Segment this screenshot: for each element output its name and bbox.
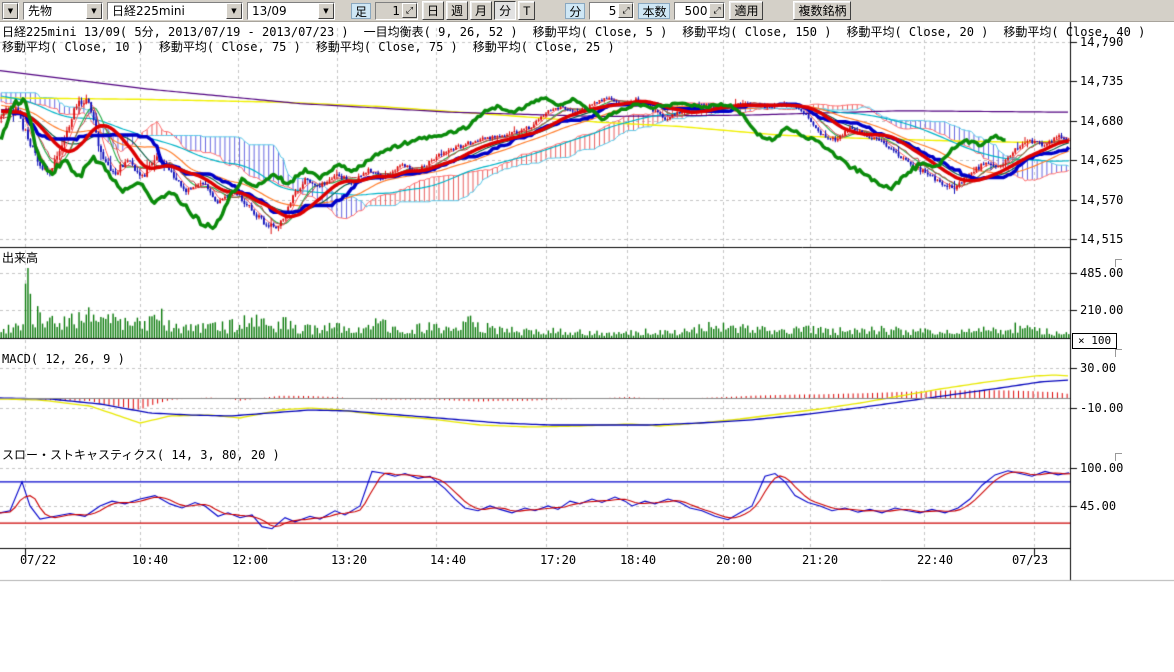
toolbar: ▼ 先物 ▼ 日経225mini ▼ 13/09 ▼ 足 1 ⤢ 日週月分T 分…: [0, 0, 1174, 22]
bar-count-input[interactable]: 500 ⤢: [674, 2, 725, 20]
chevron-down-icon[interactable]: ▼: [226, 3, 242, 19]
minutes-label: 分: [565, 3, 585, 19]
chevron-down-icon[interactable]: ▼: [86, 3, 102, 19]
minutes-input[interactable]: 5 ⤢: [589, 2, 634, 20]
chart-canvas[interactable]: [0, 0, 1174, 672]
period-button-分[interactable]: 分: [494, 1, 516, 20]
chevron-down-icon[interactable]: ▼: [3, 3, 18, 19]
spinner-icon[interactable]: ⤢: [709, 3, 724, 18]
market-combo-value: 先物: [24, 2, 86, 19]
period-button-週[interactable]: 週: [446, 1, 468, 20]
bar-count-label: 本数: [638, 3, 670, 19]
spinner-icon[interactable]: ⤢: [402, 3, 417, 18]
bar-type-label: 足: [351, 3, 371, 19]
leftmost-combo-partial[interactable]: ▼: [2, 2, 19, 20]
interval-count-input[interactable]: 1 ⤢: [375, 2, 418, 20]
period-button-group: 日週月分T: [422, 1, 535, 20]
multi-symbol-button[interactable]: 複数銘柄: [793, 1, 851, 20]
chart-application-window: ▼ 先物 ▼ 日経225mini ▼ 13/09 ▼ 足 1 ⤢ 日週月分T 分…: [0, 0, 1174, 672]
market-combo[interactable]: 先物 ▼: [23, 2, 103, 20]
minutes-value: 5: [590, 4, 618, 18]
instrument-combo-value: 日経225mini: [108, 2, 226, 19]
instrument-combo[interactable]: 日経225mini ▼: [107, 2, 243, 20]
contract-month-combo[interactable]: 13/09 ▼: [247, 2, 335, 20]
apply-button[interactable]: 適用: [729, 1, 763, 20]
bar-count-value: 500: [675, 4, 709, 18]
contract-month-value: 13/09: [248, 4, 318, 18]
spinner-icon[interactable]: ⤢: [618, 3, 633, 18]
interval-count-value: 1: [376, 4, 402, 18]
period-button-月[interactable]: 月: [470, 1, 492, 20]
period-button-日[interactable]: 日: [422, 1, 444, 20]
chevron-down-icon[interactable]: ▼: [318, 3, 334, 19]
period-button-T[interactable]: T: [518, 1, 535, 20]
